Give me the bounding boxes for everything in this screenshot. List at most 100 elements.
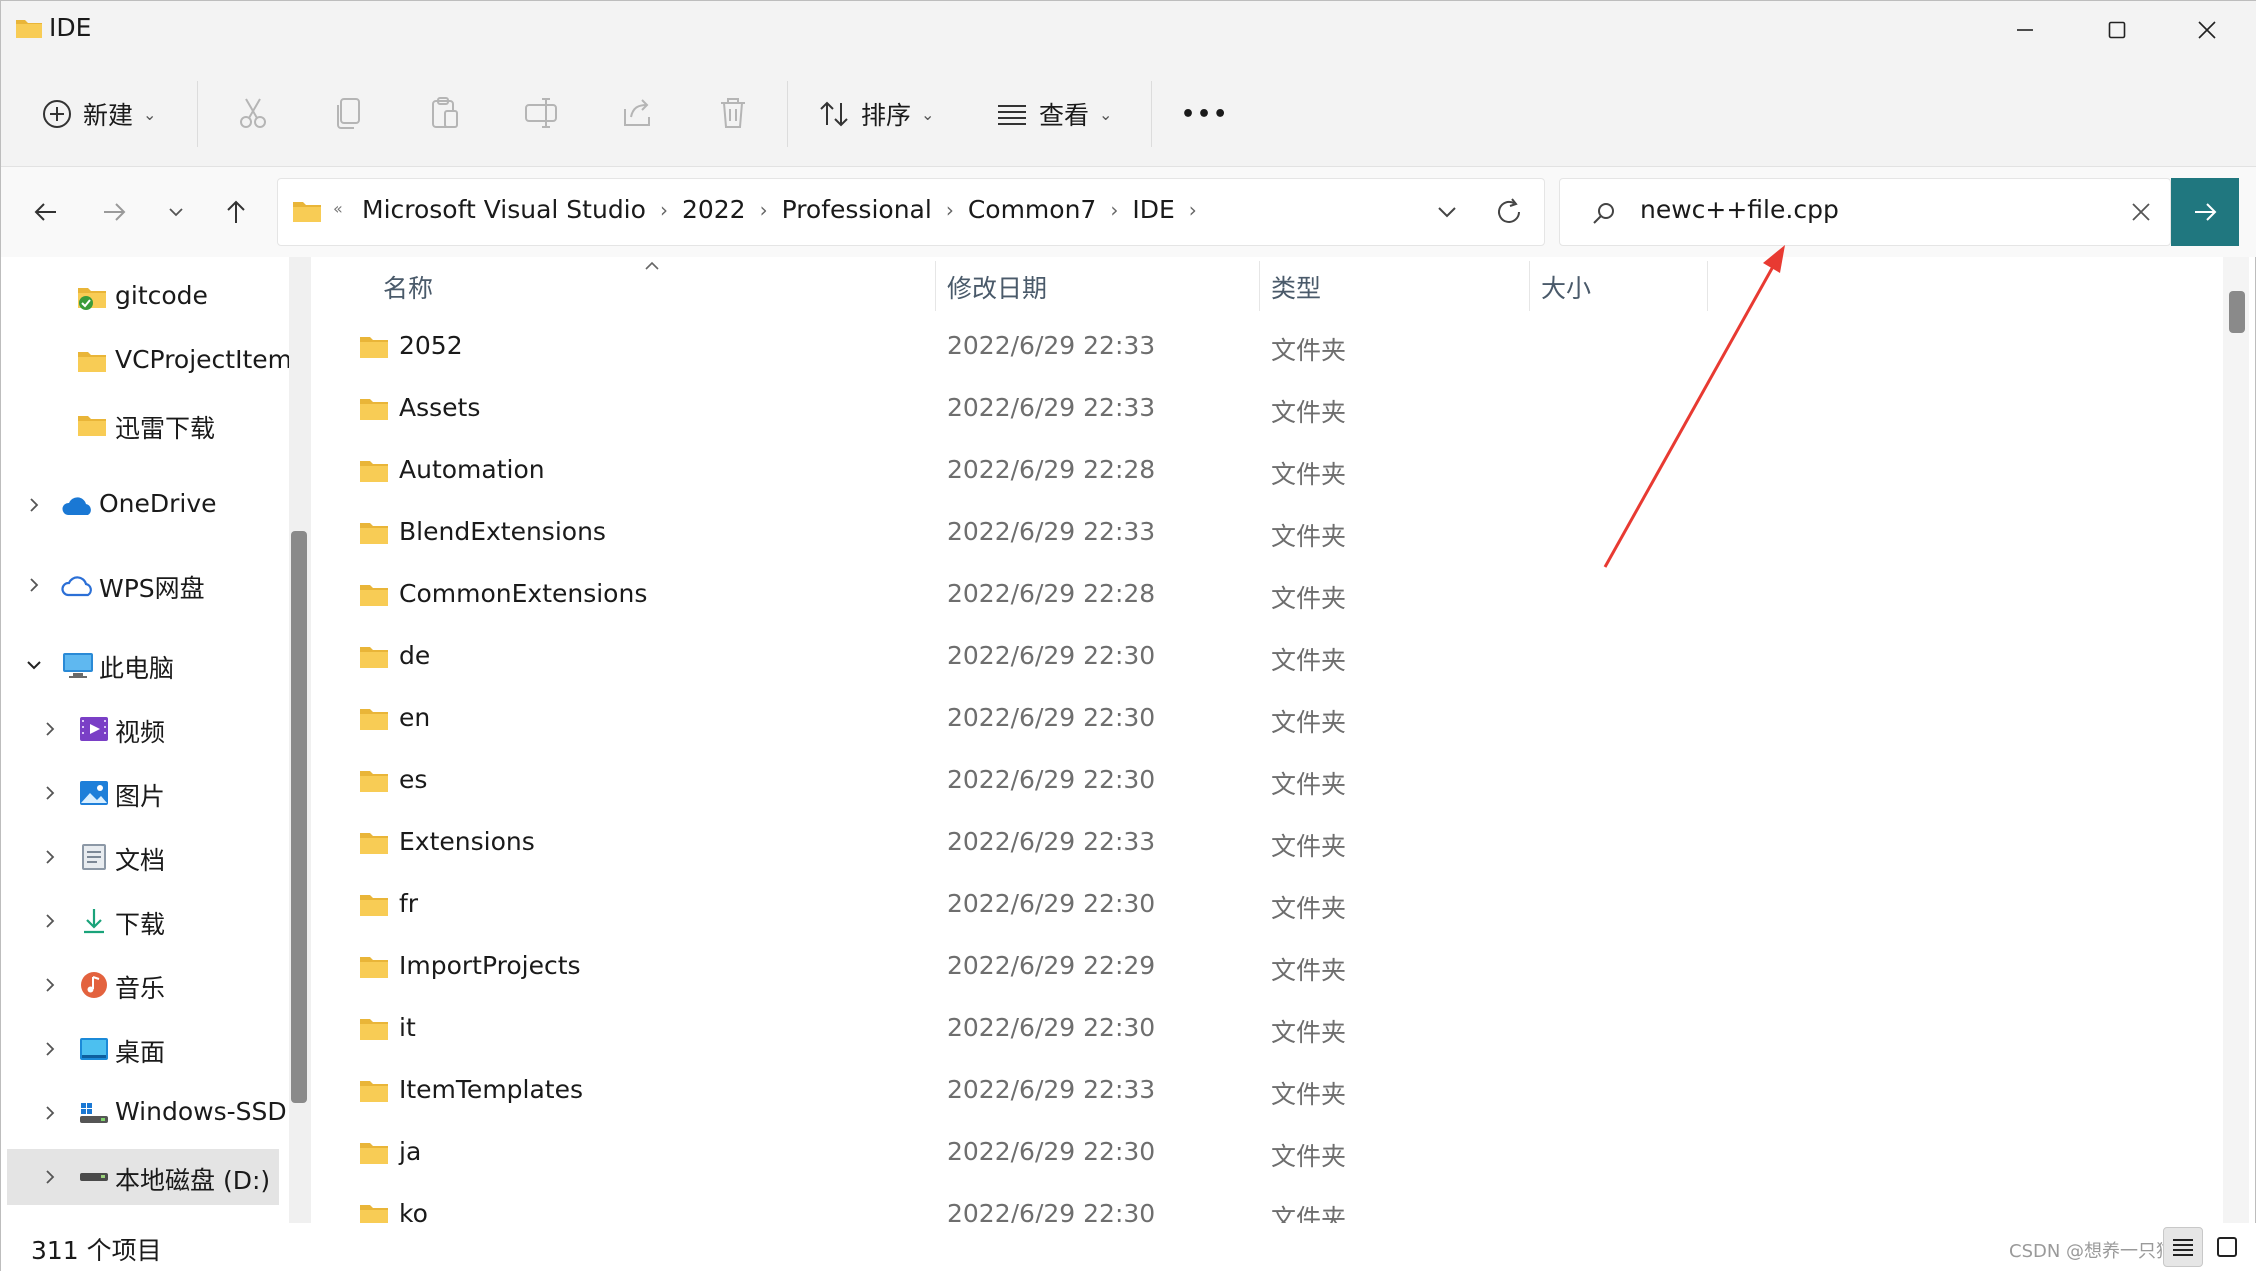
chevron-right-icon[interactable]: › — [946, 198, 954, 222]
chevron-right-icon[interactable]: › — [1189, 198, 1197, 222]
rename-icon[interactable] — [521, 93, 561, 133]
forward-button[interactable] — [91, 189, 137, 235]
sidebar-item-windows-ssd[interactable]: Windows-SSD — [1, 1085, 291, 1141]
breadcrumb-item[interactable]: Professional — [782, 195, 932, 224]
more-options-button[interactable]: ••• — [1181, 89, 1229, 139]
maximize-button[interactable] — [2071, 1, 2163, 59]
file-row[interactable]: de 2022/6/29 22:30 文件夹 — [313, 627, 2203, 689]
file-row[interactable]: it 2022/6/29 22:30 文件夹 — [313, 999, 2203, 1061]
sidebar-item-onedrive[interactable]: OneDrive — [1, 477, 291, 533]
sidebar-item-videos[interactable]: 视频 — [1, 701, 291, 757]
close-button[interactable] — [2161, 1, 2253, 59]
sidebar-item-wps-cloud[interactable]: WPS网盘 — [1, 557, 291, 613]
chevron-right-icon[interactable]: › — [760, 198, 768, 222]
refresh-icon[interactable] — [1492, 195, 1526, 229]
sort-button[interactable]: 排序 ⌄ — [817, 89, 934, 139]
breadcrumb-item[interactable]: Microsoft Visual Studio — [362, 195, 646, 224]
file-name: ImportProjects — [399, 951, 581, 980]
column-header-date[interactable]: 修改日期 — [947, 269, 1047, 305]
file-row[interactable]: Assets 2022/6/29 22:33 文件夹 — [313, 379, 2203, 441]
column-divider[interactable] — [1259, 261, 1260, 311]
file-list-scrollbar[interactable] — [2223, 257, 2249, 1223]
search-input[interactable]: newc++file.cpp — [1640, 195, 1839, 224]
chevron-right-icon[interactable] — [25, 576, 43, 594]
chevron-right-icon[interactable] — [41, 912, 59, 930]
column-header-name[interactable]: 名称 — [383, 269, 433, 305]
sidebar-item-desktop[interactable]: 桌面 — [1, 1021, 291, 1077]
back-button[interactable] — [23, 189, 69, 235]
collapsed-path-marker[interactable]: « — [333, 199, 343, 218]
file-type: 文件夹 — [1271, 956, 1347, 985]
tiles-view-button[interactable] — [2207, 1227, 2247, 1267]
share-icon[interactable] — [617, 93, 657, 133]
sidebar-item-vcprojectitem[interactable]: VCProjectItem — [1, 333, 291, 389]
delete-icon[interactable] — [713, 93, 753, 133]
sidebar-item-this-pc[interactable]: 此电脑 — [1, 637, 291, 693]
file-row[interactable]: Automation 2022/6/29 22:28 文件夹 — [313, 441, 2203, 503]
address-bar[interactable]: « Microsoft Visual Studio › 2022 › Profe… — [277, 178, 1545, 246]
new-button[interactable]: 新建 ⌄ — [41, 89, 156, 139]
sidebar-scrollbar-thumb[interactable] — [291, 531, 307, 1103]
chevron-down-icon[interactable] — [25, 656, 43, 674]
minimize-button[interactable] — [1979, 1, 2071, 59]
copy-icon[interactable] — [329, 93, 369, 133]
more-icon: ••• — [1181, 101, 1230, 127]
view-button[interactable]: 查看 ⌄ — [995, 89, 1112, 139]
chevron-right-icon[interactable] — [41, 1040, 59, 1058]
sidebar-item-documents[interactable]: 文档 — [1, 829, 291, 885]
up-button[interactable] — [213, 189, 259, 235]
chevron-right-icon[interactable]: › — [1110, 198, 1118, 222]
chevron-right-icon[interactable] — [25, 496, 43, 514]
breadcrumb-item[interactable]: IDE — [1132, 195, 1174, 224]
file-row[interactable]: Extensions 2022/6/29 22:33 文件夹 — [313, 813, 2203, 875]
column-header-type[interactable]: 类型 — [1271, 269, 1321, 305]
sidebar-item-gitcode[interactable]: gitcode — [1, 269, 291, 325]
breadcrumb-item[interactable]: 2022 — [682, 195, 746, 224]
column-divider[interactable] — [935, 261, 936, 311]
file-row[interactable]: BlendExtensions 2022/6/29 22:33 文件夹 — [313, 503, 2203, 565]
sidebar-item-pictures[interactable]: 图片 — [1, 765, 291, 821]
file-row[interactable]: CommonExtensions 2022/6/29 22:28 文件夹 — [313, 565, 2203, 627]
column-header-size[interactable]: 大小 — [1541, 269, 1591, 305]
chevron-right-icon[interactable] — [41, 784, 59, 802]
breadcrumb-item[interactable]: Common7 — [968, 195, 1097, 224]
file-row[interactable]: ItemTemplates 2022/6/29 22:33 文件夹 — [313, 1061, 2203, 1123]
file-row[interactable]: en 2022/6/29 22:30 文件夹 — [313, 689, 2203, 751]
details-view-button[interactable] — [2163, 1227, 2203, 1267]
recent-locations-button[interactable] — [153, 189, 199, 235]
sidebar-item-thunder-downloads[interactable]: 迅雷下载 — [1, 397, 291, 453]
paste-icon[interactable] — [425, 93, 465, 133]
column-divider[interactable] — [1529, 261, 1530, 311]
file-list: 名称 修改日期 类型 大小 2052 2022/6/29 22:33 文件夹 A… — [313, 257, 2233, 1223]
file-row[interactable]: fr 2022/6/29 22:30 文件夹 — [313, 875, 2203, 937]
file-row[interactable]: ja 2022/6/29 22:30 文件夹 — [313, 1123, 2203, 1185]
folder-icon — [360, 523, 388, 544]
chevron-right-icon[interactable] — [41, 848, 59, 866]
search-go-button[interactable] — [2171, 178, 2239, 246]
sidebar-item-music[interactable]: 音乐 — [1, 957, 291, 1013]
search-box[interactable]: newc++file.cpp — [1559, 178, 2171, 246]
sidebar-item-downloads[interactable]: 下载 — [1, 893, 291, 949]
wps-cloud-icon — [61, 576, 92, 597]
file-type: 文件夹 — [1271, 522, 1347, 551]
chevron-right-icon[interactable] — [41, 720, 59, 738]
chevron-right-icon[interactable] — [41, 1168, 59, 1186]
file-row[interactable]: 2052 2022/6/29 22:33 文件夹 — [313, 317, 2203, 379]
minimize-icon — [2017, 29, 2033, 31]
folder-icon — [78, 416, 106, 436]
sidebar-item-local-disk-d[interactable]: 本地磁盘 (D:) — [7, 1149, 279, 1205]
chevron-right-icon[interactable]: › — [660, 198, 668, 222]
file-list-scrollbar-thumb[interactable] — [2229, 291, 2245, 333]
column-divider[interactable] — [1707, 261, 1708, 311]
command-bar: 新建 ⌄ 排序 ⌄ 查看 ⌄ ••• — [1, 59, 2256, 167]
cut-icon[interactable] — [233, 93, 273, 133]
file-row[interactable]: ko 2022/6/29 22:30 文件夹 — [313, 1185, 2203, 1223]
file-row[interactable]: es 2022/6/29 22:30 文件夹 — [313, 751, 2203, 813]
file-row[interactable]: ImportProjects 2022/6/29 22:29 文件夹 — [313, 937, 2203, 999]
clear-icon[interactable] — [2126, 197, 2156, 227]
chevron-right-icon[interactable] — [41, 976, 59, 994]
chevron-right-icon[interactable] — [41, 1104, 59, 1122]
file-name: fr — [399, 889, 419, 918]
address-dropdown-icon[interactable] — [1432, 197, 1462, 227]
file-date: 2022/6/29 22:30 — [947, 703, 1156, 732]
